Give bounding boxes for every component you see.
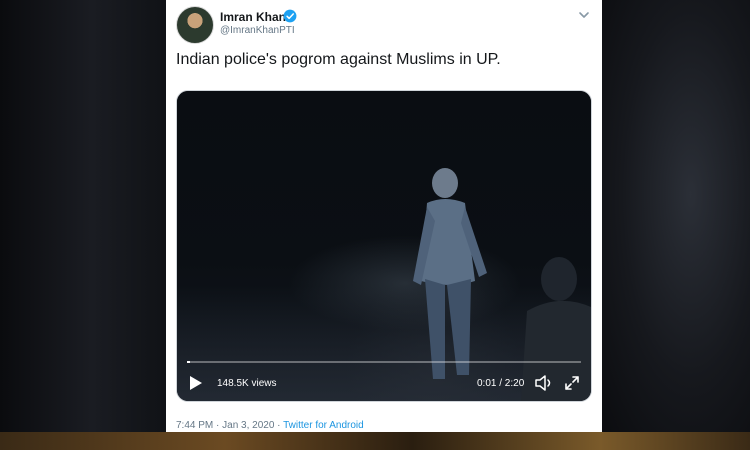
tweet-text: Indian police's pogrom against Muslims i… [176,51,501,68]
video-progress-track[interactable] [187,361,581,363]
tweet-card[interactable]: Imran Khan @ImranKhanPTI Indian police's… [166,0,602,432]
tweet-timestamp[interactable]: 7:44 PM · Jan 3, 2020 · [176,420,283,431]
tweet-source-link[interactable]: Twitter for Android [283,420,364,431]
chevron-down-icon[interactable] [577,9,591,21]
author-handle[interactable]: @ImranKhanPTI [220,25,295,36]
video-views: 148.5K views [217,378,277,389]
video-player[interactable]: 148.5K views 0:01 / 2:20 [176,90,592,402]
tweet-meta: 7:44 PM · Jan 3, 2020 · Twitter for Andr… [176,420,364,431]
background-bottom-strip [0,432,750,450]
fullscreen-icon[interactable] [564,375,580,391]
avatar[interactable] [176,6,214,44]
play-icon[interactable] [189,375,203,391]
video-person-figure [413,168,487,379]
background-right-dark [602,0,750,432]
author-name[interactable]: Imran Khan [220,10,286,24]
video-progress-fill [187,361,190,363]
volume-icon[interactable] [534,374,554,392]
verified-badge-icon [283,9,297,23]
video-time: 0:01 / 2:20 [477,378,525,389]
background-left-dark [0,0,166,432]
